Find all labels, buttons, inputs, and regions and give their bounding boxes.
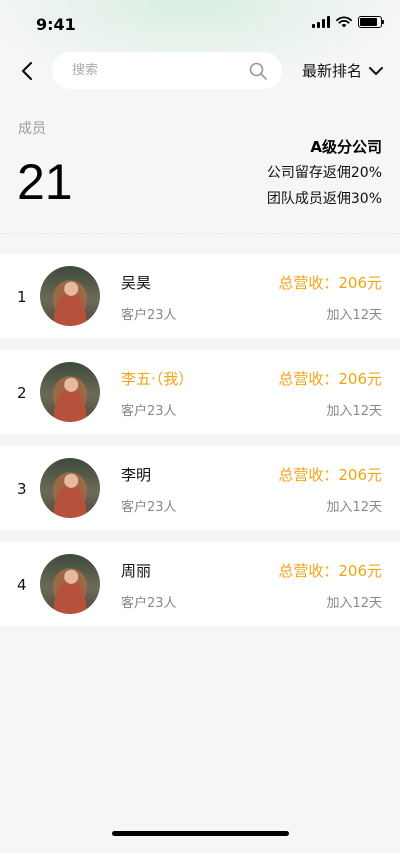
avatar xyxy=(40,266,100,326)
total-revenue: 总营收：206元 xyxy=(278,562,382,580)
search-bar[interactable] xyxy=(52,52,282,89)
home-indicator[interactable] xyxy=(112,831,289,836)
member-name: 李明 xyxy=(121,466,152,484)
member-rank: 1 xyxy=(17,288,27,306)
joined-days: 加入12天 xyxy=(326,500,382,515)
customer-count: 客户23人 xyxy=(121,596,177,611)
member-row[interactable]: 4 周丽 客户23人 总营收：206元 加入12天 xyxy=(0,542,400,626)
chevron-down-icon xyxy=(369,66,383,75)
member-name: 周丽 xyxy=(121,562,152,580)
member-count: 21 xyxy=(17,154,73,210)
total-revenue: 总营收：206元 xyxy=(278,370,382,388)
chevron-left-icon xyxy=(21,61,33,81)
status-time: 9:41 xyxy=(36,15,76,34)
member-row[interactable]: 1 吴昊 客户23人 总营收：206元 加入12天 xyxy=(0,254,400,338)
member-label: 成员 xyxy=(18,121,46,137)
company-level: A级分公司 xyxy=(310,138,382,156)
member-rank: 4 xyxy=(17,576,27,594)
member-row[interactable]: 3 李明 客户23人 总营收：206元 加入12天 xyxy=(0,446,400,530)
member-rank: 3 xyxy=(17,480,27,498)
wifi-icon xyxy=(336,16,352,28)
avatar xyxy=(40,458,100,518)
avatar xyxy=(40,362,100,422)
joined-days: 加入12天 xyxy=(326,404,382,419)
total-revenue: 总营收：206元 xyxy=(278,466,382,484)
status-icons xyxy=(312,16,384,28)
battery-icon xyxy=(358,16,384,28)
joined-days: 加入12天 xyxy=(326,308,382,323)
cellular-signal-icon xyxy=(312,16,330,28)
member-row[interactable]: 2 李五·（我） 客户23人 总营收：206元 加入12天 xyxy=(0,350,400,434)
top-nav: 最新排名 xyxy=(0,52,400,90)
member-list: 1 吴昊 客户23人 总营收：206元 加入12天 2 李五·（我） 客户23人… xyxy=(0,254,400,638)
company-info: A级分公司 公司留存返佣20% 团队成员返佣30% xyxy=(267,137,382,215)
total-revenue: 总营收：206元 xyxy=(278,274,382,292)
customer-count: 客户23人 xyxy=(121,308,177,323)
avatar xyxy=(40,554,100,614)
customer-count: 客户23人 xyxy=(121,500,177,515)
member-name: 李五·（我） xyxy=(121,370,194,388)
member-rank: 2 xyxy=(17,384,27,402)
back-button[interactable] xyxy=(14,58,40,84)
team-commission: 团队成员返佣30% xyxy=(266,191,382,207)
member-name: 吴昊 xyxy=(121,274,152,292)
sort-dropdown[interactable]: 最新排名 xyxy=(302,60,384,81)
joined-days: 加入12天 xyxy=(326,596,382,611)
search-input[interactable] xyxy=(72,63,248,78)
sort-label: 最新排名 xyxy=(301,62,362,80)
section-divider xyxy=(0,233,400,234)
customer-count: 客户23人 xyxy=(121,404,177,419)
company-retention: 公司留存返佣20% xyxy=(266,165,382,181)
status-bar: 9:41 xyxy=(0,0,400,50)
search-icon[interactable] xyxy=(248,61,268,81)
battery-level xyxy=(360,18,377,26)
